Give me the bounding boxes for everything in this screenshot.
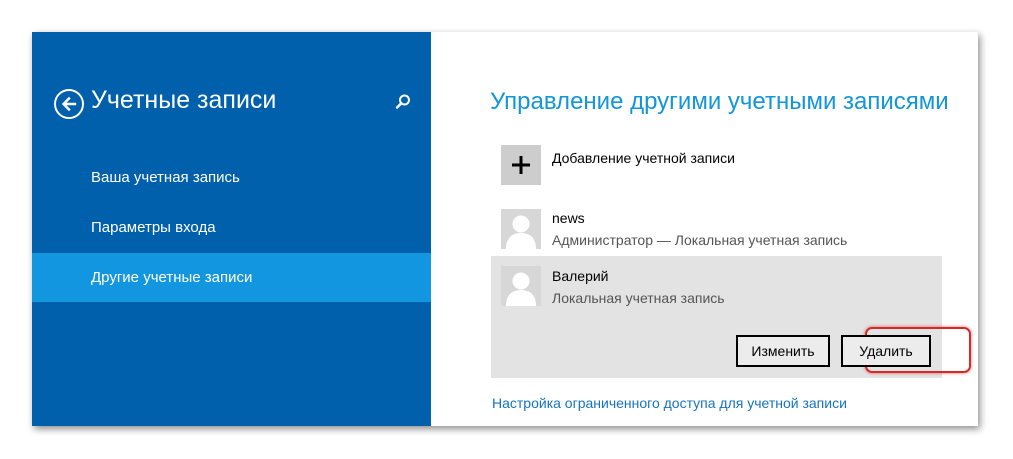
main-panel: Управление другими учетными записями Доб… [431,32,978,426]
assigned-access-link[interactable]: Настройка ограниченного доступа для учет… [492,395,847,411]
sidebar-item-sign-in-options[interactable]: Параметры входа [32,203,431,252]
settings-window: Учетные записи Ваша учетная запись Парам… [32,32,978,426]
sidebar-item-your-account[interactable]: Ваша учетная запись [32,153,431,202]
plus-icon [512,156,530,174]
add-account-tile [501,145,541,185]
search-icon [395,94,410,109]
avatar [501,266,541,306]
add-account-label: Добавление учетной записи [552,150,735,166]
avatar [501,209,541,249]
sidebar-title: Учетные записи [91,86,277,114]
account-type: Локальная учетная запись [552,290,725,306]
add-account-button[interactable]: Добавление учетной записи [491,145,942,203]
delete-account-button[interactable]: Удалить [841,335,931,367]
page-title: Управление другими учетными записями [490,88,949,115]
search-button[interactable] [394,93,412,111]
account-type: Администратор — Локальная учетная запись [552,232,848,248]
change-account-type-button[interactable]: Изменить [736,335,830,367]
sidebar-item-other-accounts[interactable]: Другие учетные записи [32,253,431,302]
back-arrow-icon [61,96,77,112]
account-name: news [552,210,585,226]
user-avatar-icon [506,272,536,306]
user-avatar-icon [506,215,536,249]
sidebar: Учетные записи Ваша учетная запись Парам… [32,32,431,426]
back-button[interactable] [54,89,84,119]
account-name: Валерий [552,268,609,284]
